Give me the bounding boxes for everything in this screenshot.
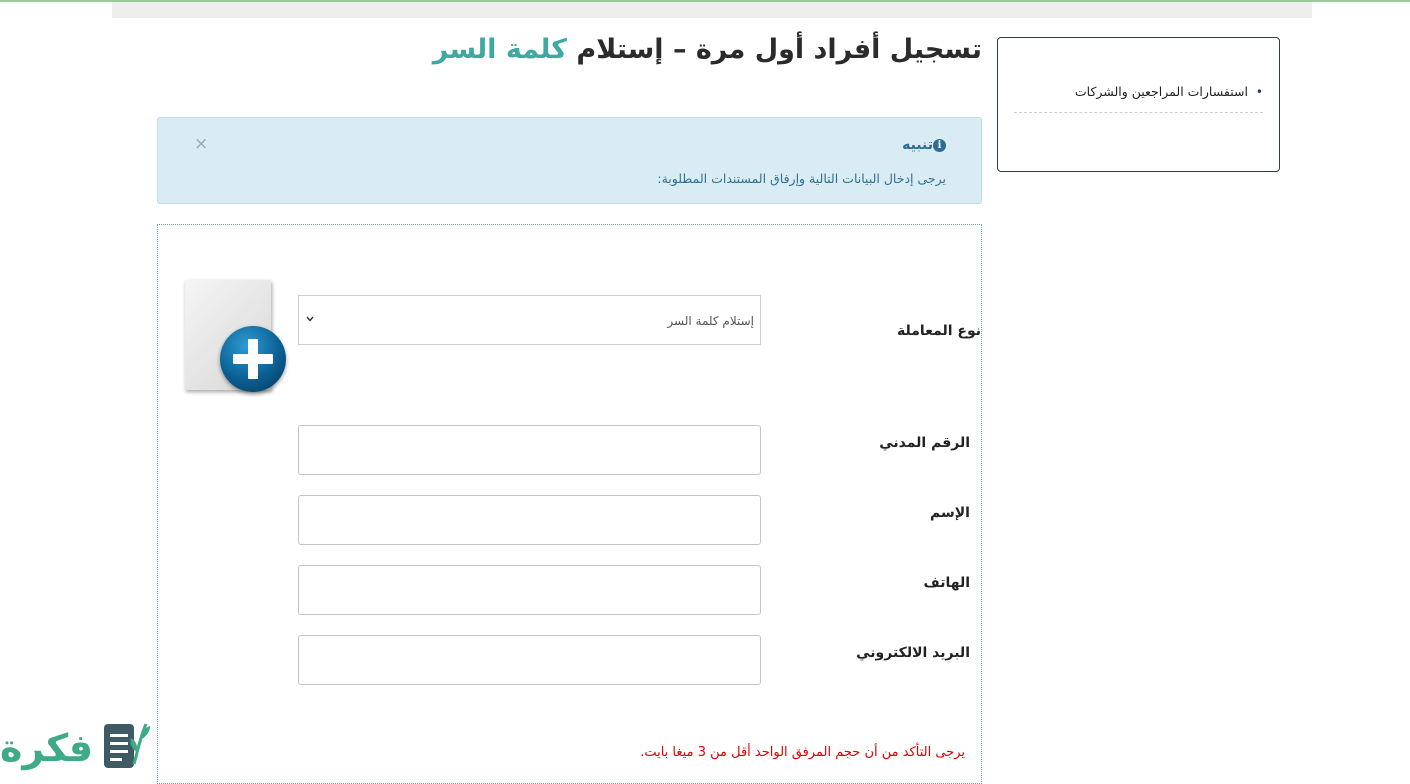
attachment-size-note: يرجى التأكد من أن حجم المرفق الواحد أقل … xyxy=(640,745,965,760)
alert-title-text: تنبيه xyxy=(902,137,933,153)
sidebar-item-inquiries[interactable]: • استفسارات المراجعين والشركات xyxy=(1014,84,1263,113)
document-leaf-icon xyxy=(104,723,150,768)
attachment-upload-button[interactable] xyxy=(183,278,289,394)
add-icon xyxy=(220,326,286,392)
logo-text: فكرة xyxy=(0,726,94,770)
civil-id-input[interactable] xyxy=(298,425,761,475)
chevron-down-icon xyxy=(306,316,314,322)
info-alert: iتنبيه يرجى إدخال البيانات التالية وإرفا… xyxy=(157,117,982,204)
page-title-main: تسجيل أفراد أول مرة – إستلام xyxy=(576,34,982,65)
sidebar-panel: • استفسارات المراجعين والشركات xyxy=(997,37,1280,172)
name-input[interactable] xyxy=(298,495,761,545)
phone-label: الهاتف xyxy=(923,575,970,591)
site-logo: فكرة xyxy=(0,712,152,774)
email-input[interactable] xyxy=(298,635,761,685)
page-title-accent: كلمة السر xyxy=(432,34,568,65)
phone-input[interactable] xyxy=(298,565,761,615)
info-icon: i xyxy=(933,139,946,152)
alert-message: يرجى إدخال البيانات التالية وإرفاق المست… xyxy=(657,171,946,186)
bullet-icon: • xyxy=(1255,85,1263,99)
top-bar xyxy=(112,2,1312,18)
civil-id-label: الرقم المدني xyxy=(879,435,970,451)
transaction-type-label: نوع المعاملة xyxy=(897,323,981,339)
transaction-type-value: إستلام كلمة السر xyxy=(667,314,754,328)
registration-form: نوع المعاملة إستلام كلمة السر الرقم المد… xyxy=(157,224,982,784)
page-title: تسجيل أفراد أول مرة – إستلام كلمة السر xyxy=(433,34,982,65)
email-label: البريد الالكتروني xyxy=(856,645,970,661)
transaction-type-select[interactable]: إستلام كلمة السر xyxy=(298,295,761,345)
close-icon[interactable]: × xyxy=(194,134,208,154)
name-label: الإسم xyxy=(930,505,970,521)
alert-title: iتنبيه xyxy=(902,137,946,153)
sidebar-item-label: استفسارات المراجعين والشركات xyxy=(1074,84,1248,99)
